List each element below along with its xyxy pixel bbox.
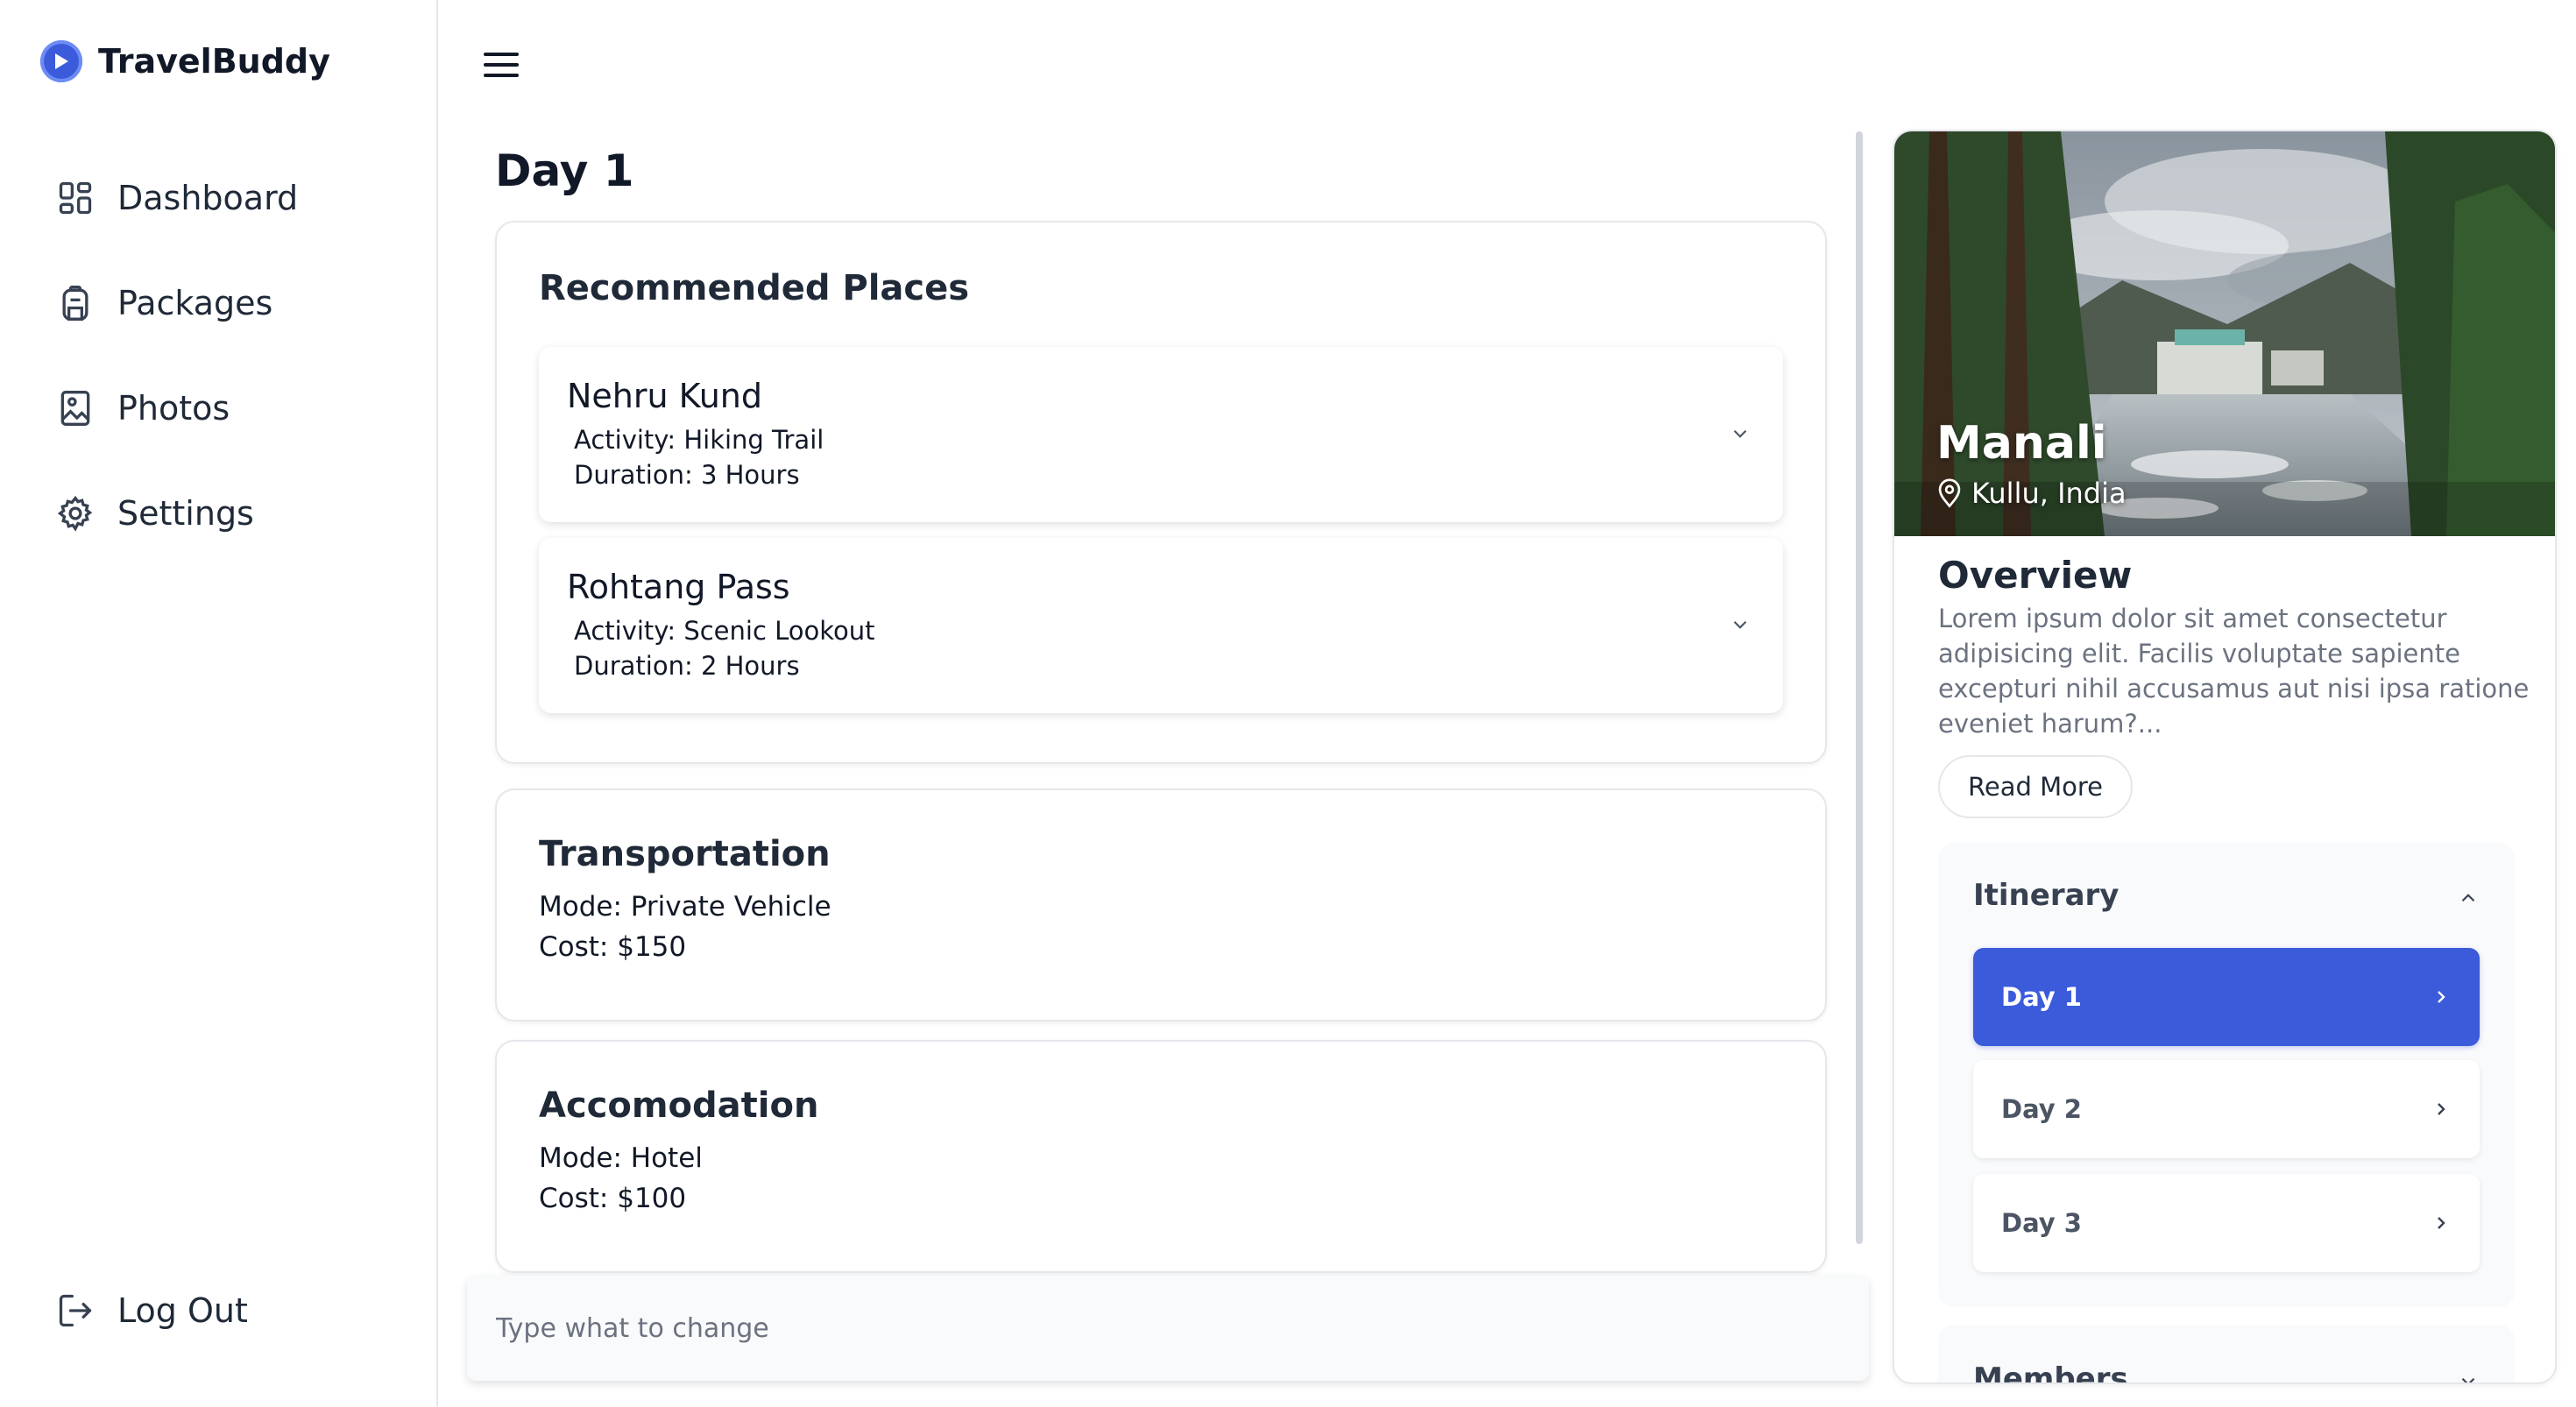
dashboard-grid-icon <box>59 181 92 215</box>
place-duration: Duration: 2 Hours <box>574 651 800 681</box>
day-label: Day 3 <box>2001 1208 2082 1238</box>
page-title: Day 1 <box>495 145 634 196</box>
chevron-right-icon <box>2438 991 2445 1003</box>
overview-title: Overview <box>1938 554 2133 597</box>
itinerary-accordion: Itinerary Day 1 Day 2 Day 3 <box>1938 843 2515 1307</box>
day-label: Day 1 <box>2001 982 2082 1012</box>
members-accordion[interactable]: Members <box>1938 1325 2515 1384</box>
place-name: Rohtang Pass <box>567 568 790 606</box>
brand[interactable]: TravelBuddy <box>40 40 330 82</box>
chevron-down-icon[interactable] <box>1729 422 1752 445</box>
location-pin-icon <box>1938 478 1961 508</box>
app-root: TravelBuddy Dashboard Packages Photos Se… <box>0 0 2576 1407</box>
sidebar-item-label: Settings <box>117 494 254 533</box>
hamburger-menu-icon[interactable] <box>482 49 520 81</box>
chevron-up-icon[interactable] <box>2457 887 2480 909</box>
transportation-cost: Cost: $150 <box>539 931 687 963</box>
accomodation-mode: Mode: Hotel <box>539 1142 703 1174</box>
place-activity: Activity: Hiking Trail <box>574 425 824 455</box>
transportation-mode: Mode: Private Vehicle <box>539 891 832 923</box>
members-title: Members <box>1973 1361 2128 1384</box>
logout-button[interactable]: Log Out <box>56 1291 248 1330</box>
gear-icon <box>57 495 93 532</box>
sidebar-item-packages[interactable]: Packages <box>56 273 298 333</box>
overview-text: Lorem ipsum dolor sit amet consectetur a… <box>1938 604 2530 739</box>
destination-hero: Manali Kullu, India <box>1894 131 2555 536</box>
transportation-card: Transportation Mode: Private Vehicle Cos… <box>495 788 1827 1022</box>
read-more-button[interactable]: Read More <box>1938 755 2133 818</box>
place-activity: Activity: Scenic Lookout <box>574 616 875 646</box>
sidebar-item-photos[interactable]: Photos <box>56 378 298 438</box>
destination-location: Kullu, India <box>1936 477 2127 510</box>
brand-name: TravelBuddy <box>98 42 330 81</box>
sidebar-item-label: Packages <box>117 284 273 322</box>
place-item-rohtang-pass[interactable]: Rohtang Pass Activity: Scenic Lookout Du… <box>539 538 1783 713</box>
recommended-places-card: Recommended Places Nehru Kund Activity: … <box>495 221 1827 764</box>
itinerary-day-3[interactable]: Day 3 <box>1973 1174 2480 1272</box>
transportation-title: Transportation <box>539 834 831 874</box>
destination-panel: Manali Kullu, India Overview Lorem ipsum… <box>1893 130 2557 1384</box>
chevron-right-icon <box>2438 1217 2445 1229</box>
sidebar-item-label: Dashboard <box>117 179 299 217</box>
sidebar-item-settings[interactable]: Settings <box>56 484 298 543</box>
place-item-nehru-kund[interactable]: Nehru Kund Activity: Hiking Trail Durati… <box>539 347 1783 522</box>
change-request-input[interactable] <box>467 1276 1869 1381</box>
brand-logo-icon <box>40 40 82 82</box>
sidebar: TravelBuddy Dashboard Packages Photos Se… <box>0 0 438 1407</box>
itinerary-title: Itinerary <box>1973 878 2120 913</box>
chevron-down-icon[interactable] <box>2457 1370 2480 1384</box>
chevron-right-icon <box>2438 1103 2445 1115</box>
day-label: Day 2 <box>2001 1094 2082 1124</box>
itinerary-day-1[interactable]: Day 1 <box>1973 948 2480 1046</box>
sidebar-item-label: Photos <box>117 389 230 428</box>
accomodation-cost: Cost: $100 <box>539 1183 687 1214</box>
accomodation-title: Accomodation <box>539 1085 819 1126</box>
destination-name: Manali <box>1936 417 2107 470</box>
main-scrollbar[interactable] <box>1856 131 1863 1244</box>
location-text: Kullu, India <box>1971 477 2127 510</box>
recommended-places-title: Recommended Places <box>539 268 970 308</box>
sidebar-item-dashboard[interactable]: Dashboard <box>56 168 298 228</box>
itinerary-day-2[interactable]: Day 2 <box>1973 1060 2480 1158</box>
logout-icon <box>59 1294 92 1327</box>
accomodation-card: Accomodation Mode: Hotel Cost: $100 <box>495 1040 1827 1273</box>
backpack-icon <box>62 286 88 321</box>
photo-icon <box>60 391 90 426</box>
sidebar-nav: Dashboard Packages Photos Settings <box>56 168 298 589</box>
destination-photo <box>1894 131 2555 536</box>
logout-label: Log Out <box>117 1291 248 1330</box>
chevron-down-icon[interactable] <box>1729 613 1752 636</box>
place-duration: Duration: 3 Hours <box>574 460 800 490</box>
place-name: Nehru Kund <box>567 377 762 415</box>
